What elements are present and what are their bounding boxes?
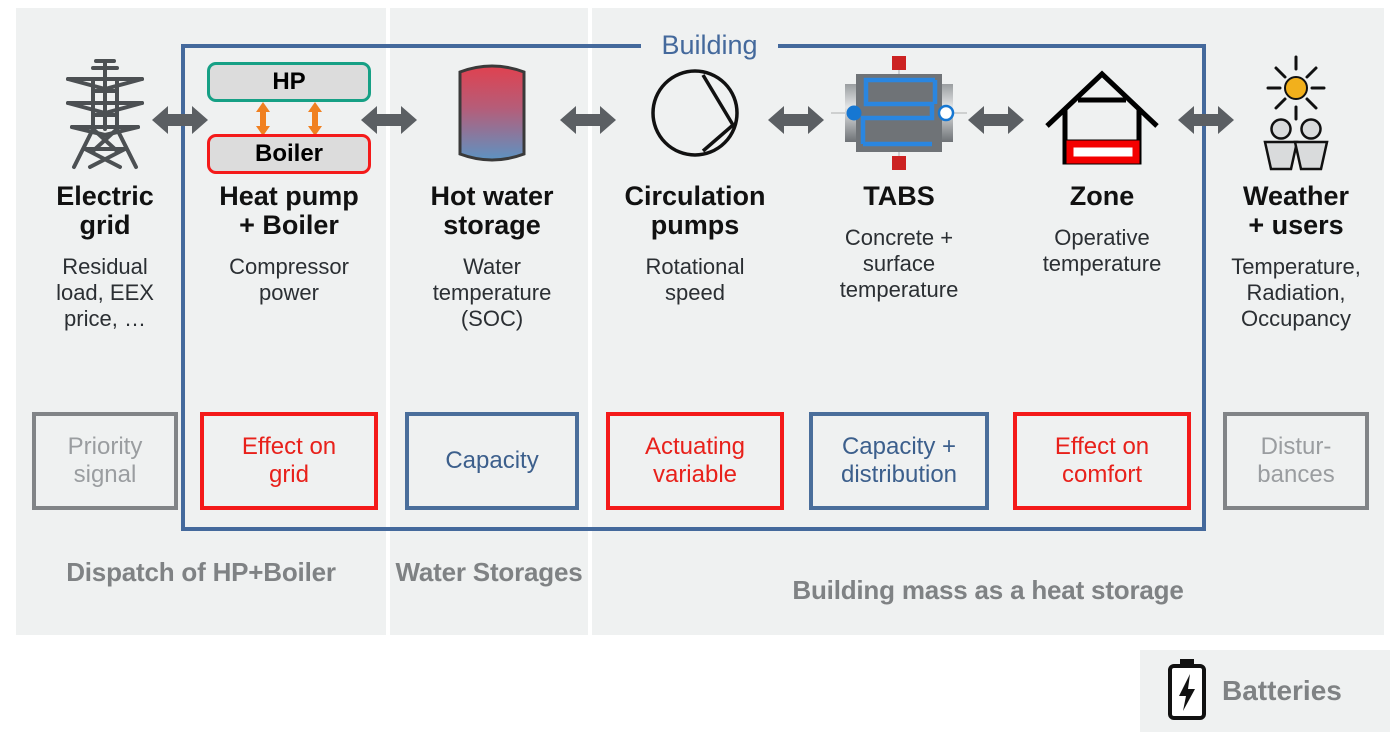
column-title-weather-users: Weather + users [1242,181,1350,241]
weather-users-icon [1208,52,1384,174]
water-tank-icon [404,52,580,174]
column-tabs: TABS Concrete + surface temperature Capa… [808,52,990,510]
group-label-building-mass: Building mass as a heat storage [792,575,1184,605]
column-zone: Zone Operative temperature Effect on com… [1012,52,1192,510]
hp-box-label: HP [207,62,371,102]
column-title-electric-grid: Electric grid [56,181,154,241]
column-title-heat-pump-boiler: Heat pump + Boiler [219,181,359,241]
column-hot-water-storage: Hot water storage Water temperature (SOC… [404,52,580,510]
column-subtitle-electric-grid: Residual load, EEX price, … [56,254,154,331]
tabs-icon [808,52,990,174]
tag-capacity-distribution: Capacity + distribution [809,412,989,510]
column-weather-users: Weather + users Temperature, Radiation, … [1208,52,1384,510]
column-subtitle-tabs: Concrete + surface temperature [839,225,959,302]
boiler-box-label: Boiler [207,134,371,174]
tag-actuating-variable: Actuating variable [606,412,784,510]
column-title-zone: Zone [1069,181,1135,211]
column-subtitle-heat-pump-boiler: Compressor power [229,254,349,306]
column-subtitle-weather-users: Temperature, Radiation, Occupancy [1231,254,1361,331]
tag-effect-on-comfort: Effect on comfort [1013,412,1191,510]
batteries-panel: Batteries [1140,650,1390,732]
batteries-label: Batteries [1222,675,1342,706]
column-heat-pump-boiler: HP Boiler Heat pump + Boiler Compressor … [200,52,378,510]
battery-icon [1166,658,1208,725]
column-subtitle-circulation-pumps: Rotational speed [645,254,745,306]
column-subtitle-zone: Operative temperature [1042,225,1162,276]
building-boundary-top-left [181,44,641,48]
column-title-circulation-pumps: Circulation pumps [624,181,766,241]
tag-disturbances: Distur- bances [1223,412,1369,510]
column-electric-grid: Electric grid Residual load, EEX price, … [16,52,194,510]
column-title-tabs: TABS [863,181,935,211]
group-label-water-storages: Water Storages [395,557,583,587]
column-title-hot-water-storage: Hot water storage [430,181,554,241]
orange-exchange-arrows-icon [207,102,371,136]
heatpump-boiler-icon: HP Boiler [200,52,378,174]
house-icon [1012,52,1192,174]
tag-effect-on-grid: Effect on grid [200,412,378,510]
column-subtitle-hot-water-storage: Water temperature (SOC) [432,254,552,331]
tag-priority-signal: Priority signal [32,412,178,510]
tag-capacity: Capacity [405,412,579,510]
pump-icon [604,52,786,174]
group-label-dispatch: Dispatch of HP+Boiler [66,557,336,587]
building-boundary-top-right [778,44,1206,48]
column-circulation-pumps: Circulation pumps Rotational speed Actua… [604,52,786,510]
